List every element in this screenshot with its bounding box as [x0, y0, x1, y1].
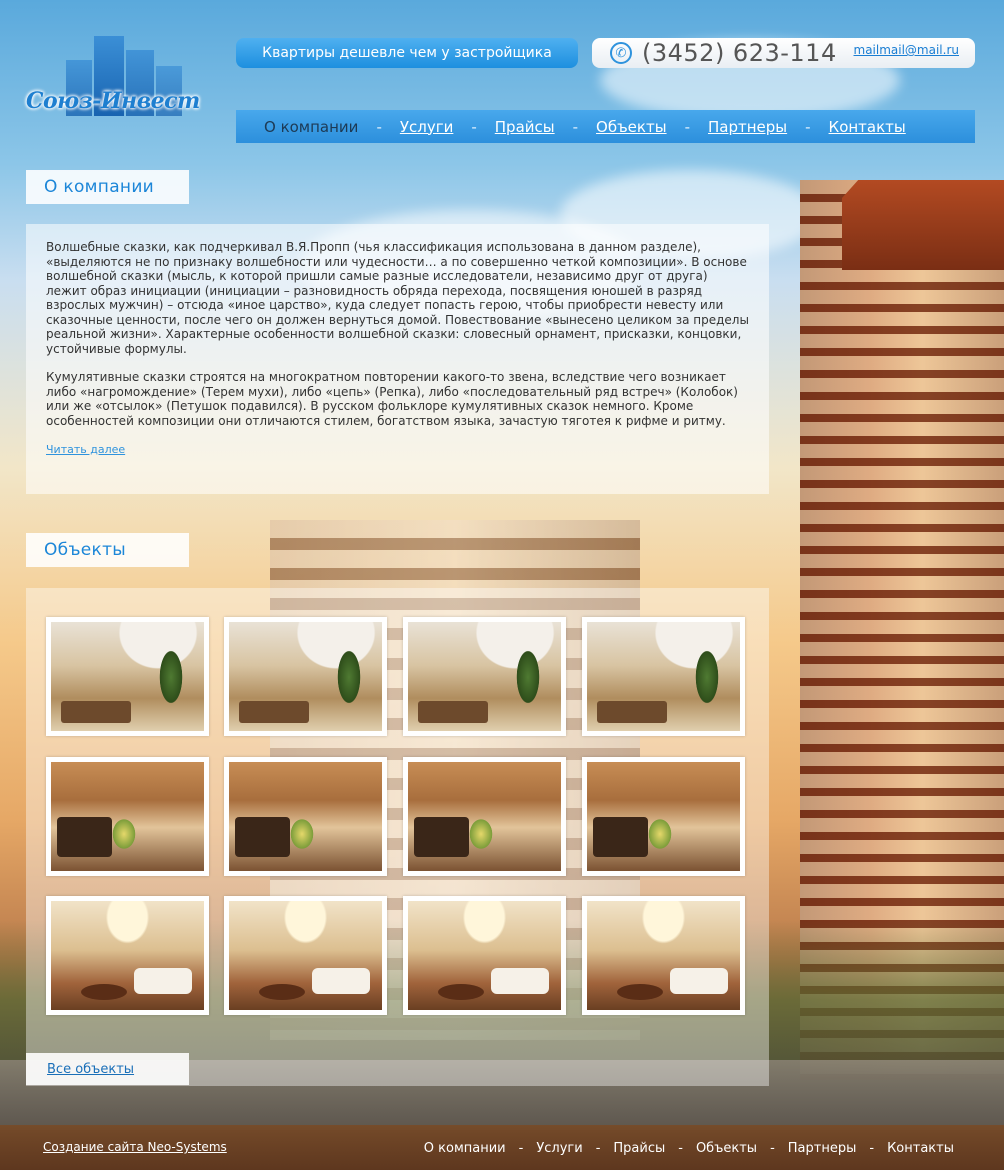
main-nav: О компании - Услуги - Прайсы - Объекты -… [236, 110, 975, 143]
nav-separator: - [376, 117, 382, 136]
phone-icon: ✆ [610, 42, 632, 64]
object-photo [229, 901, 382, 1010]
nav-separator: - [572, 117, 579, 136]
objects-section-title: Объекты [26, 533, 189, 567]
background-tower-top [842, 180, 1004, 270]
all-objects-link[interactable]: Все объекты [26, 1053, 189, 1085]
nav-item-services[interactable]: Услуги [400, 118, 453, 136]
nav-separator: - [471, 117, 477, 136]
footer-nav-partners[interactable]: Партнеры [788, 1141, 857, 1156]
about-paragraph: Волшебные сказки, как подчеркивал В.Я.Пр… [46, 240, 749, 356]
object-photo [408, 762, 561, 871]
object-thumbnail[interactable] [46, 757, 209, 876]
object-thumbnail[interactable] [224, 896, 387, 1015]
footer-separator: - [678, 1141, 683, 1156]
about-section-title: О компании [26, 170, 189, 204]
footer-separator: - [595, 1141, 601, 1156]
nav-separator: - [684, 117, 690, 136]
nav-item-partners[interactable]: Партнеры [708, 118, 787, 136]
footer-nav-contacts[interactable]: Контакты [887, 1141, 954, 1156]
object-thumbnail[interactable] [582, 896, 745, 1015]
object-thumbnail[interactable] [403, 617, 566, 736]
about-section: Волшебные сказки, как подчеркивал В.Я.Пр… [26, 224, 769, 494]
footer-nav-objects[interactable]: Объекты [696, 1141, 757, 1156]
contact-box: ✆ (3452) 623-114 mailmail@mail.ru [592, 38, 975, 68]
object-thumbnail[interactable] [582, 617, 745, 736]
object-photo [587, 762, 740, 871]
object-photo [587, 901, 740, 1010]
footer-nav: О компании - Услуги - Прайсы - Объекты -… [424, 1141, 954, 1156]
footer-nav-prices[interactable]: Прайсы [613, 1141, 665, 1156]
email-link[interactable]: mailmail@mail.ru [854, 43, 960, 57]
nav-separator: - [805, 117, 811, 136]
nav-item-about[interactable]: О компании [264, 118, 358, 136]
object-photo [51, 622, 204, 731]
nav-item-contacts[interactable]: Контакты [829, 118, 906, 136]
logo-text: Союз-Инвест [26, 88, 200, 114]
footer-credit-link[interactable]: Создание сайта Neo-Systems [43, 1140, 227, 1154]
nav-item-objects[interactable]: Объекты [596, 118, 667, 136]
object-photo [229, 762, 382, 871]
object-thumbnail[interactable] [582, 757, 745, 876]
phone-number: (3452) 623-114 [642, 39, 837, 67]
footer-nav-about[interactable]: О компании [424, 1141, 506, 1156]
object-thumbnail[interactable] [224, 757, 387, 876]
footer: Создание сайта Neo-Systems О компании - … [0, 1125, 1004, 1170]
object-thumbnail[interactable] [403, 896, 566, 1015]
object-photo [587, 622, 740, 731]
object-photo [51, 762, 204, 871]
object-photo [229, 622, 382, 731]
footer-nav-services[interactable]: Услуги [536, 1141, 582, 1156]
object-photo [51, 901, 204, 1010]
object-thumbnail[interactable] [46, 896, 209, 1015]
footer-separator: - [770, 1141, 775, 1156]
nav-item-prices[interactable]: Прайсы [495, 118, 555, 136]
object-thumbnail[interactable] [224, 617, 387, 736]
footer-separator: - [518, 1141, 524, 1156]
object-photo [408, 622, 561, 731]
object-photo [408, 901, 561, 1010]
object-thumbnail[interactable] [46, 617, 209, 736]
site-logo[interactable]: Союз-Инвест [26, 36, 201, 126]
object-thumbnail[interactable] [403, 757, 566, 876]
about-paragraph: Кумулятивные сказки строятся на многокра… [46, 370, 738, 428]
footer-separator: - [869, 1141, 875, 1156]
header-tagline: Квартиры дешевле чем у застройщика [236, 38, 578, 68]
read-more-link[interactable]: Читать далее [46, 443, 125, 456]
